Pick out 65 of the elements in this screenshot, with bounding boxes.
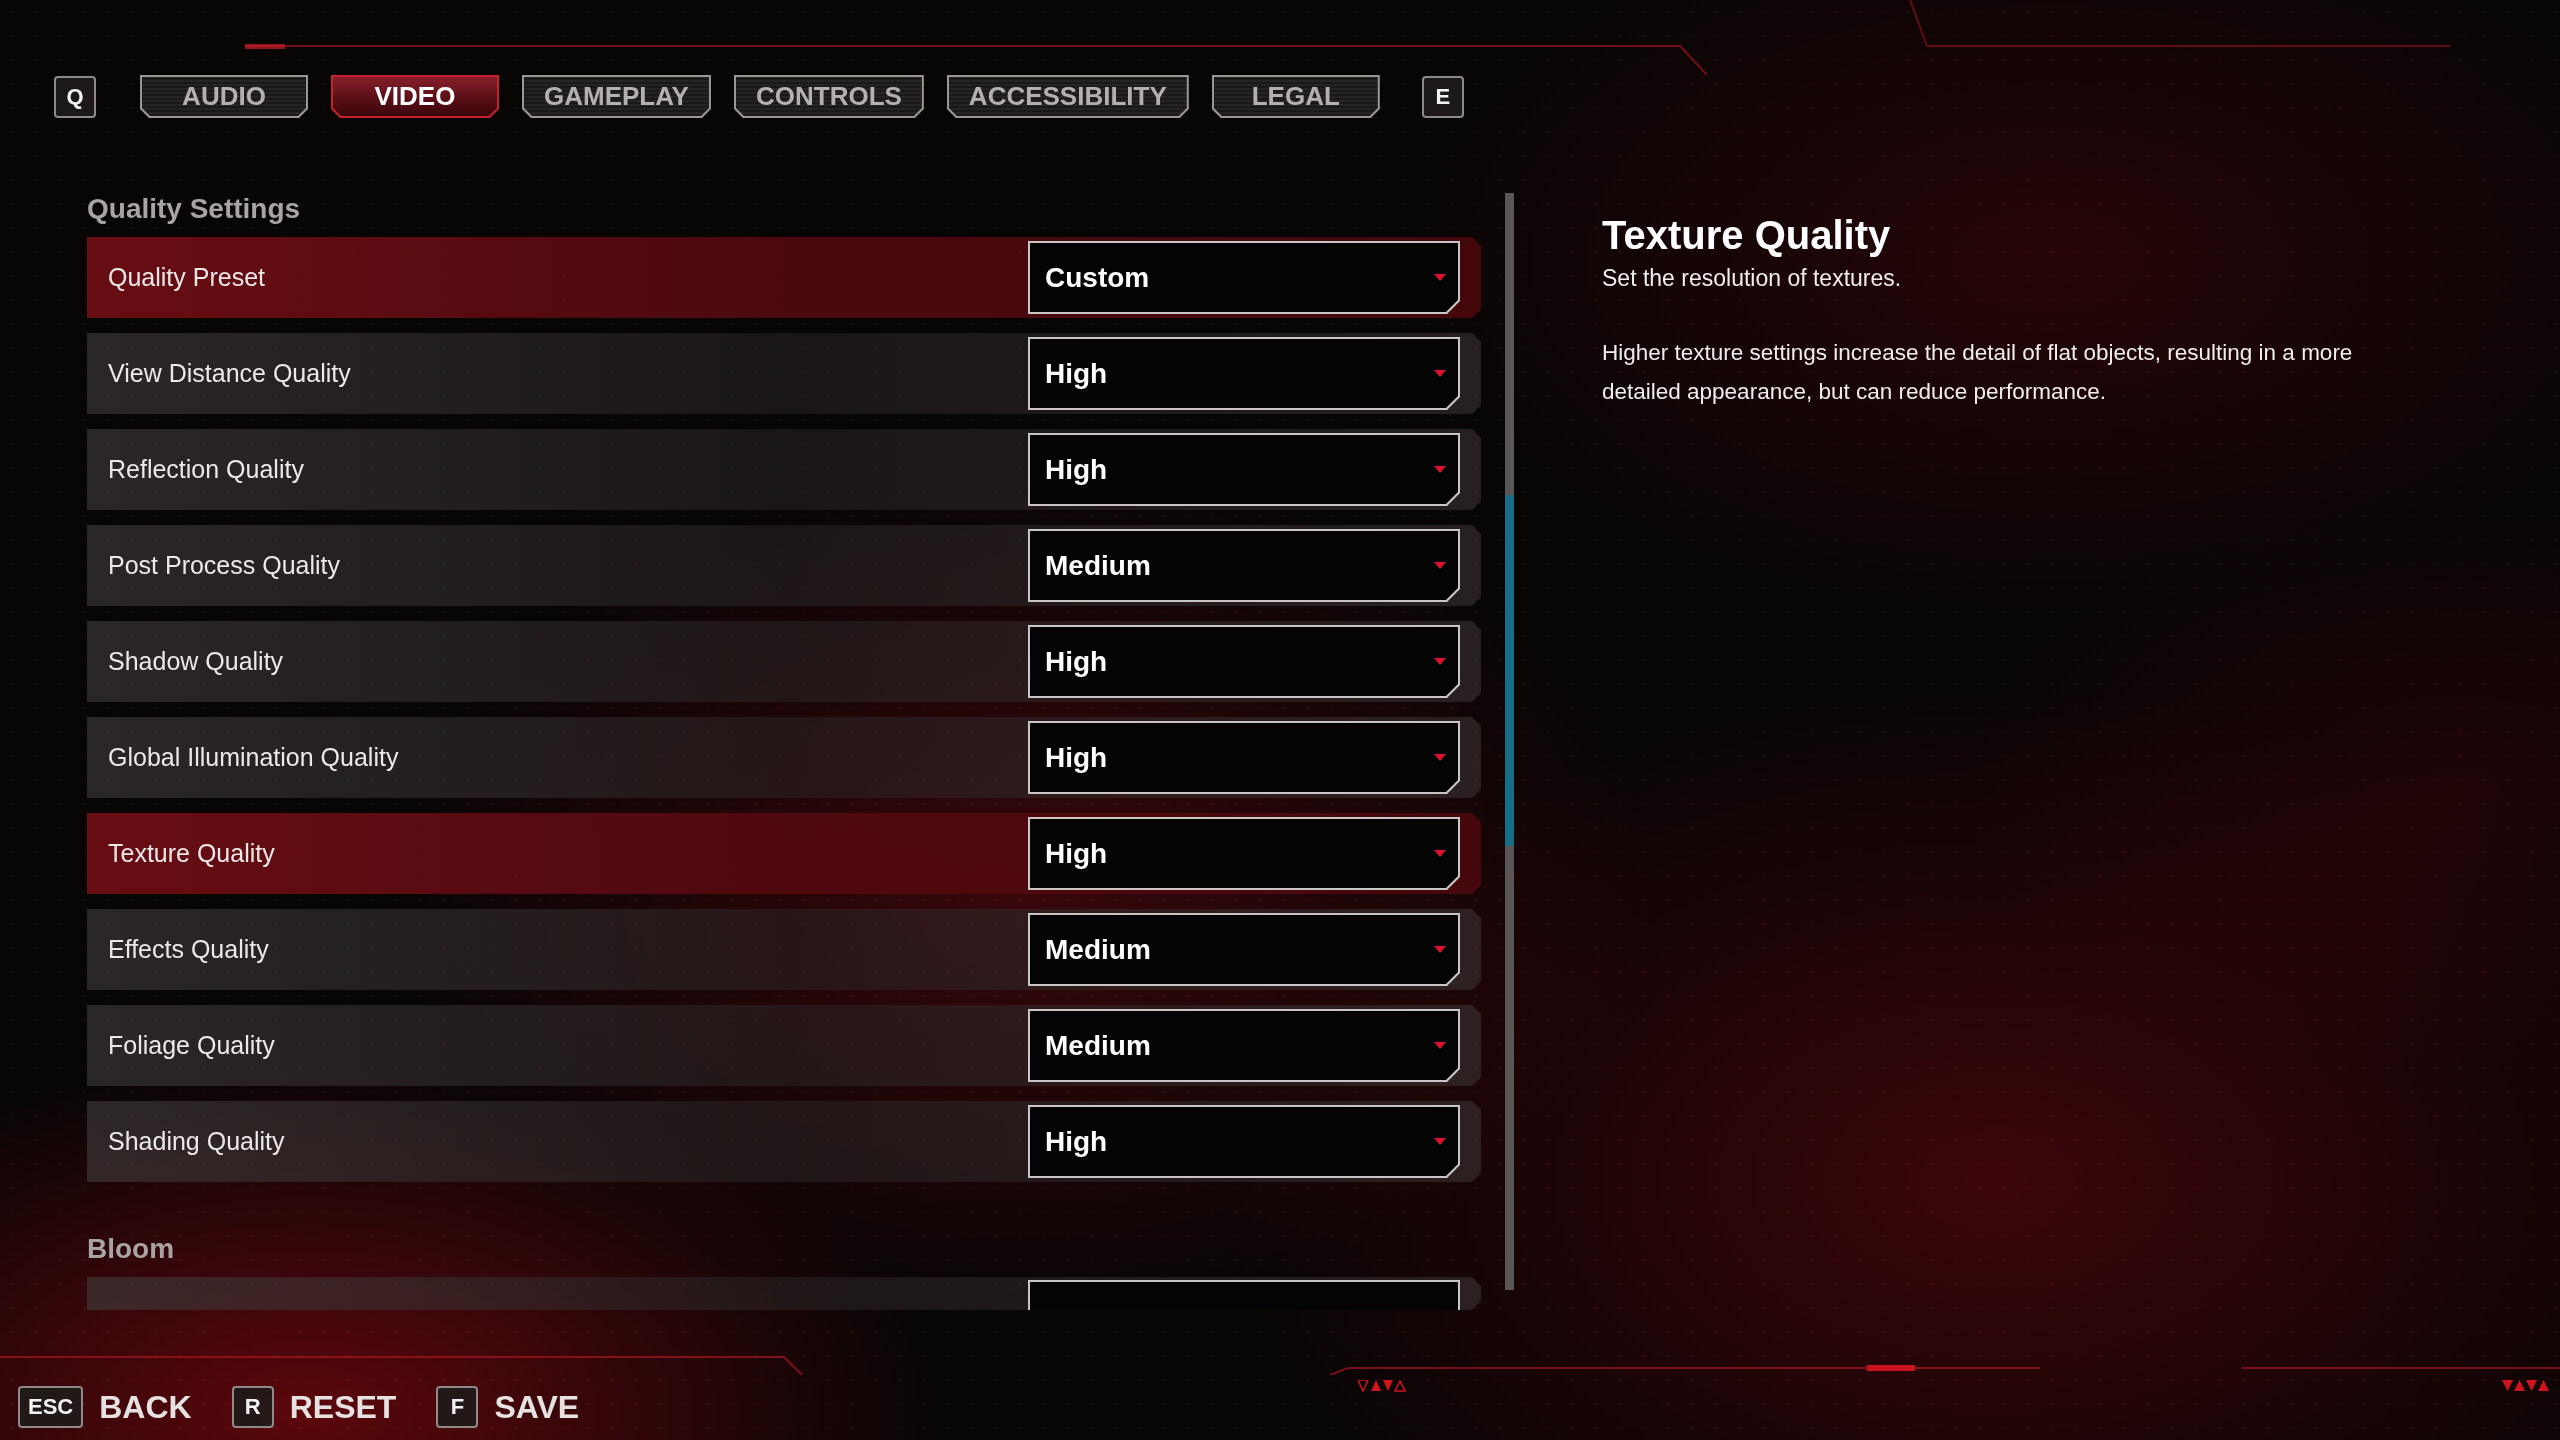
key-cap: R — [231, 1386, 274, 1428]
scrollbar-thumb[interactable] — [1505, 495, 1514, 846]
caret-icon — [1434, 658, 1446, 665]
setting-row[interactable]: Shadow Quality High — [87, 621, 1481, 702]
dropdown[interactable] — [1028, 1280, 1460, 1310]
dropdown[interactable]: Medium — [1028, 913, 1460, 986]
triangles-icon — [2502, 1380, 2550, 1392]
scrollbar[interactable] — [1505, 193, 1514, 1290]
setting-row[interactable]: Reflection Quality High — [87, 429, 1481, 510]
caret-icon — [1434, 562, 1446, 569]
caret-icon — [1434, 466, 1446, 473]
tab[interactable]: VIDEO — [331, 75, 499, 118]
dropdown[interactable]: High — [1028, 433, 1460, 506]
setting-row[interactable] — [87, 1277, 1481, 1310]
dropdown[interactable]: High — [1028, 625, 1460, 698]
setting-label: Post Process Quality — [108, 551, 341, 580]
setting-label: Reflection Quality — [108, 455, 304, 484]
dropdown[interactable]: Medium — [1028, 1009, 1460, 1082]
setting-row[interactable]: Global Illumination Quality High — [87, 717, 1481, 798]
caret-icon — [1434, 1138, 1446, 1145]
setting-row[interactable]: View Distance Quality High — [87, 333, 1481, 414]
setting-row[interactable]: Quality Preset Custom — [87, 237, 1481, 318]
key-cap: Q — [54, 75, 96, 118]
setting-label: Texture Quality — [108, 839, 275, 868]
setting-row[interactable]: Foliage Quality Medium — [87, 1005, 1481, 1086]
caret-icon — [1434, 274, 1446, 281]
dropdown[interactable]: High — [1028, 337, 1460, 410]
setting-label: Global Illumination Quality — [108, 743, 399, 772]
dropdown[interactable]: Custom — [1028, 241, 1460, 314]
action-button[interactable]: BACK — [99, 1388, 192, 1426]
dropdown[interactable]: Medium — [1028, 529, 1460, 602]
setting-label: Shading Quality — [108, 1127, 285, 1156]
caret-icon — [1434, 850, 1446, 857]
caret-icon — [1434, 1042, 1446, 1049]
detail-title: Texture Quality — [1602, 212, 1891, 258]
detail-description: Higher texture settings increase the detail of flat objects, resulting in a more detailed appearance, but can reduce performance. — [1602, 339, 2354, 406]
dropdown[interactable]: High — [1028, 1105, 1460, 1178]
setting-label: Effects Quality — [108, 935, 269, 964]
caret-icon — [1434, 754, 1446, 761]
section-title: Quality Settings — [87, 192, 301, 226]
caret-icon — [1434, 370, 1446, 377]
key-cap: E — [1421, 75, 1464, 118]
setting-row[interactable]: Texture Quality High — [87, 813, 1481, 894]
tab[interactable]: CONTROLS — [733, 75, 924, 118]
setting-label: Quality Preset — [108, 263, 265, 292]
triangles-icon — [1358, 1380, 1406, 1392]
key-cap: F — [436, 1386, 479, 1428]
dropdown[interactable]: High — [1028, 817, 1460, 890]
setting-label: Shadow Quality — [108, 647, 284, 676]
action-button[interactable]: RESET — [289, 1388, 397, 1426]
tab[interactable]: AUDIO — [140, 75, 308, 118]
setting-row[interactable]: Effects Quality Medium — [87, 909, 1481, 990]
tab[interactable]: GAMEPLAY — [522, 75, 711, 118]
setting-label: Foliage Quality — [108, 1031, 275, 1060]
caret-icon — [1434, 946, 1446, 953]
detail-subtitle: Set the resolution of textures. — [1602, 264, 1902, 293]
setting-row[interactable]: Shading Quality High — [87, 1101, 1481, 1182]
tab[interactable]: ACCESSIBILITY — [946, 75, 1189, 118]
section-title: Bloom — [87, 1232, 175, 1266]
key-cap: ESC — [18, 1386, 84, 1428]
action-button[interactable]: SAVE — [494, 1388, 580, 1426]
tab[interactable]: LEGAL — [1211, 75, 1380, 118]
setting-label: View Distance Quality — [108, 359, 351, 388]
setting-row[interactable]: Post Process Quality Medium — [87, 525, 1481, 606]
dropdown[interactable]: High — [1028, 721, 1460, 794]
